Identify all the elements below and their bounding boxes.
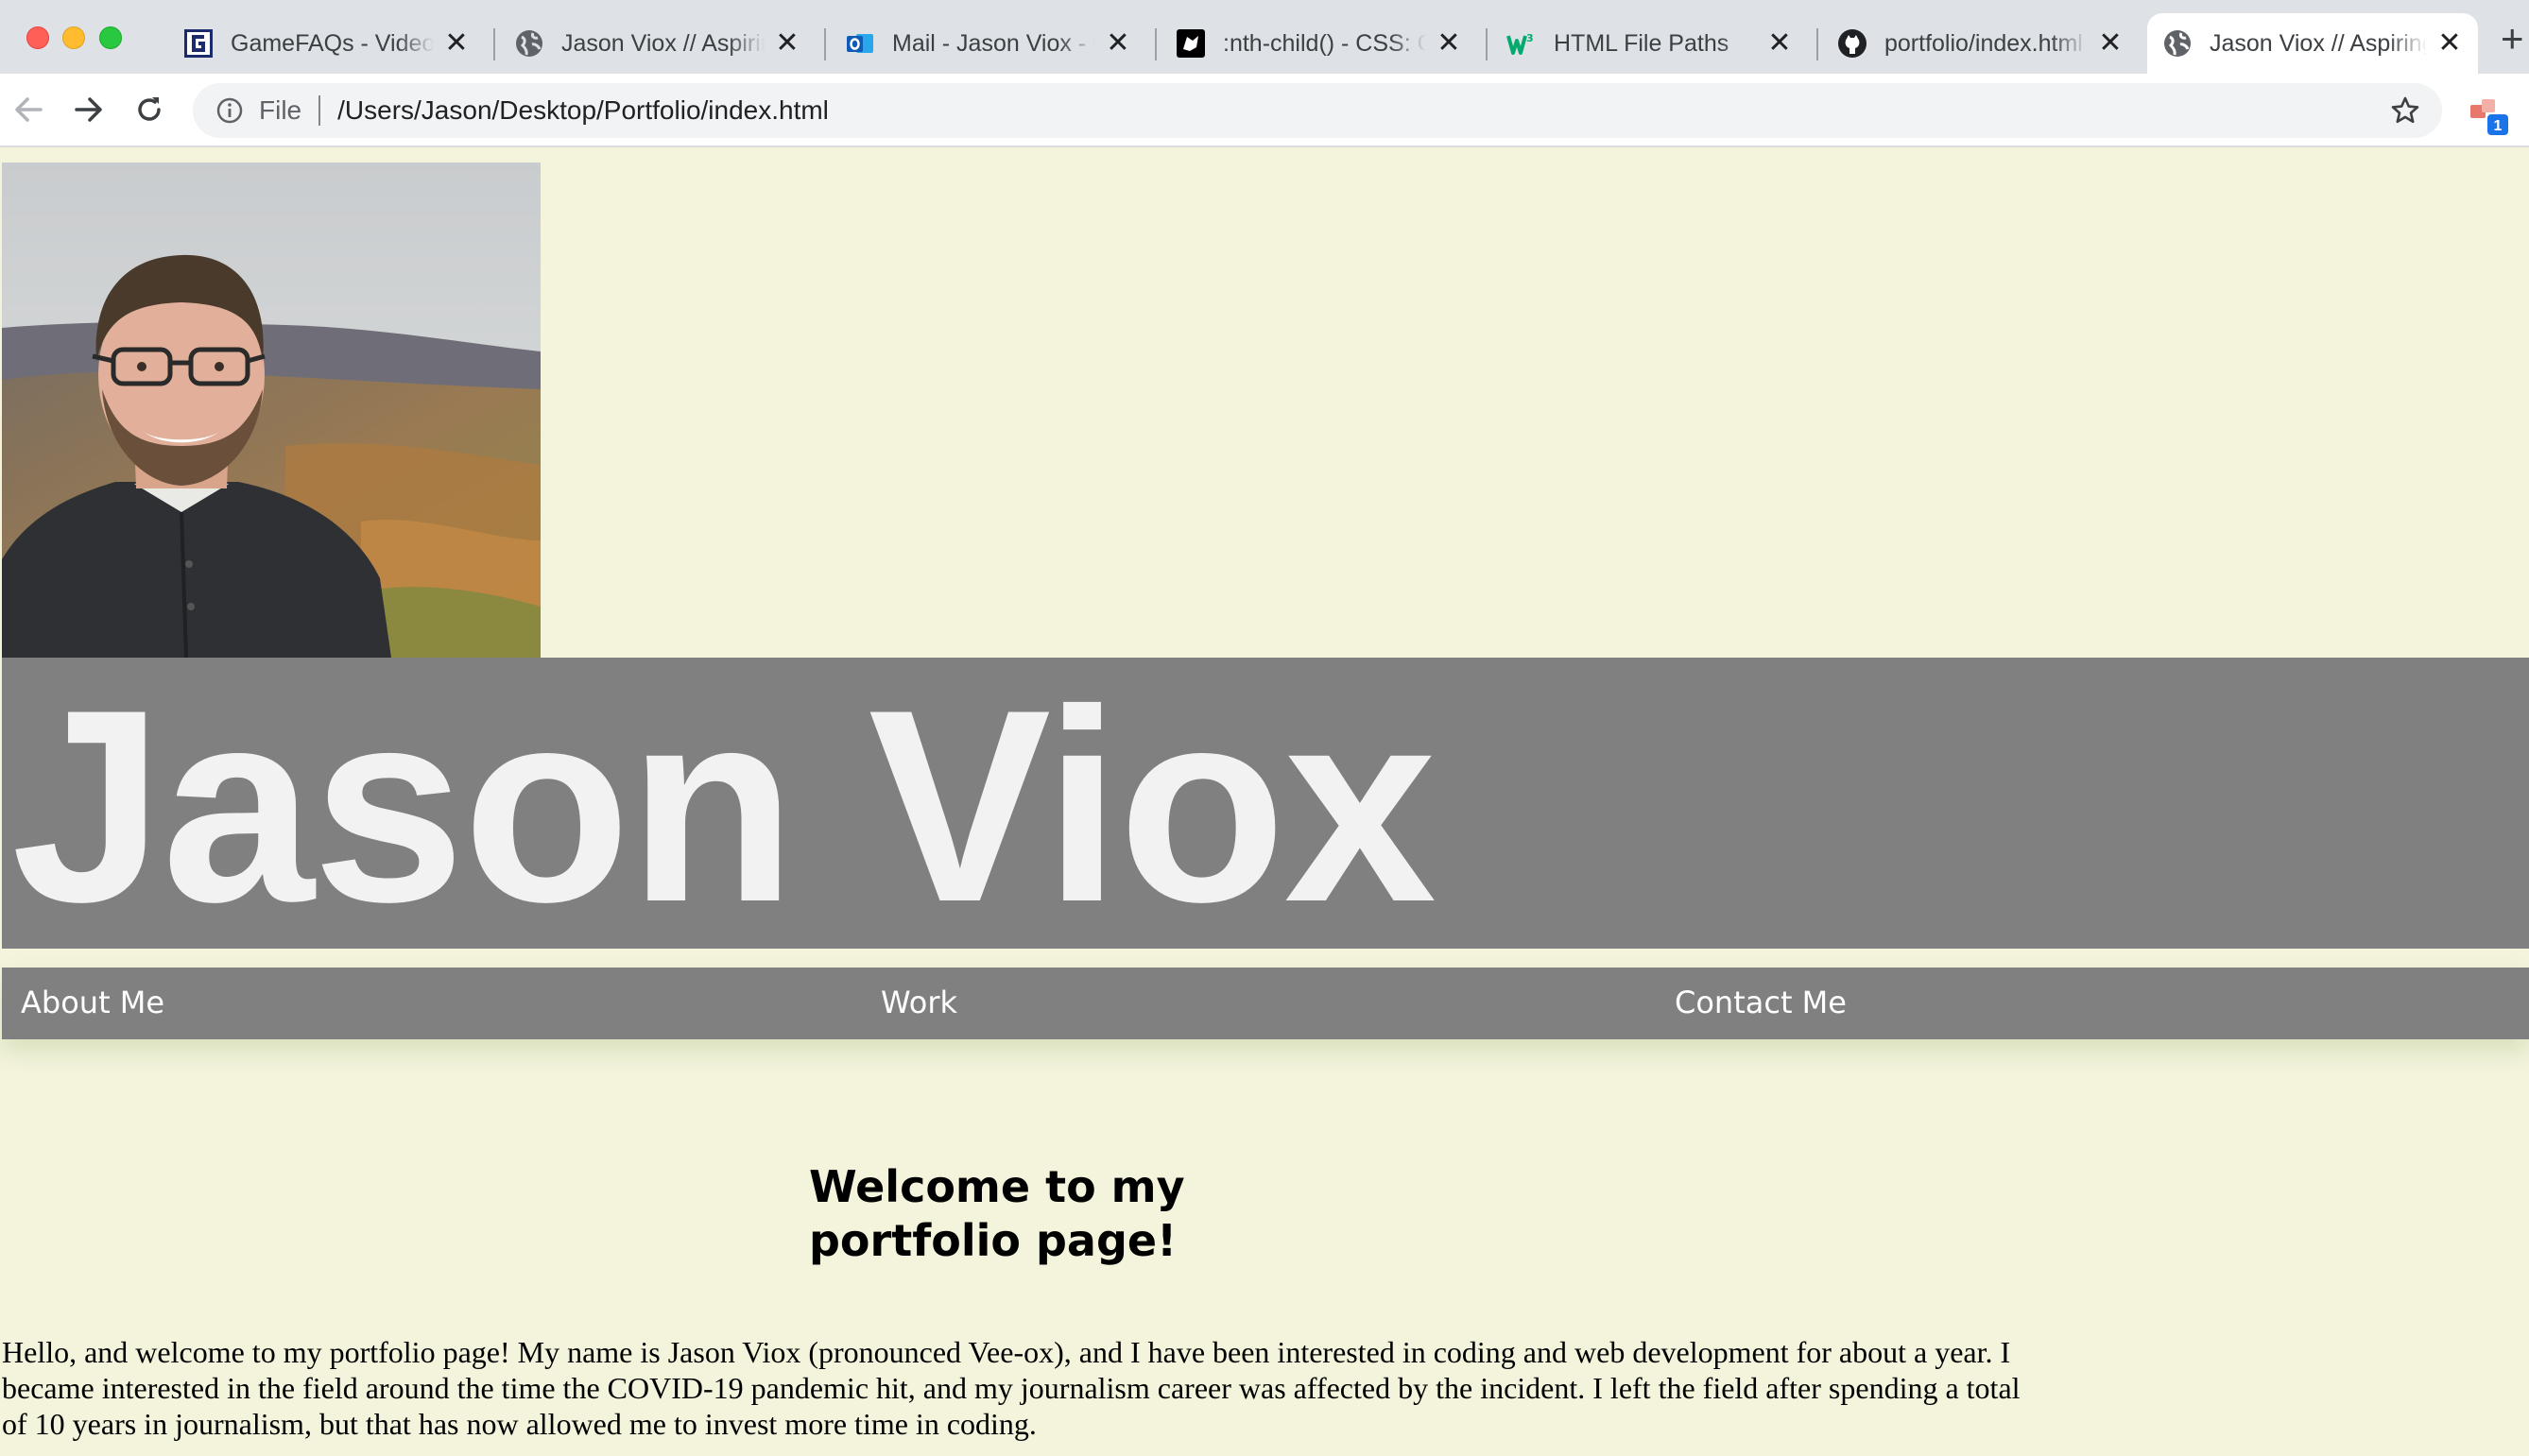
page-title: Jason Viox	[11, 653, 1437, 959]
nav-link-work[interactable]: Work	[881, 985, 957, 1020]
extension-badge-count: 1	[2494, 118, 2503, 134]
forward-button[interactable]	[70, 91, 108, 128]
url-text[interactable]: /Users/Jason/Desktop/Portfolio/index.htm…	[337, 95, 829, 126]
gamefaqs-icon	[183, 28, 214, 59]
tab-separator	[493, 28, 495, 60]
close-window-button[interactable]	[26, 26, 49, 49]
tab-github-portfolio[interactable]: portfolio/index.html at main ✕	[1822, 13, 2139, 74]
tab-close-icon[interactable]: ✕	[2436, 29, 2463, 58]
browser-toolbar: File /Users/Jason/Desktop/Portfolio/inde…	[0, 74, 2529, 147]
url-scheme-label: File	[259, 95, 302, 125]
tab-separator	[1486, 28, 1488, 60]
tab-separator	[1155, 28, 1157, 60]
maximize-window-button[interactable]	[99, 26, 122, 49]
back-arrow-icon	[15, 97, 43, 122]
reload-button[interactable]	[130, 91, 168, 128]
tab-close-icon[interactable]: ✕	[2097, 29, 2124, 58]
tab-close-icon[interactable]: ✕	[774, 29, 800, 58]
forward-arrow-icon	[75, 97, 102, 122]
tab-w3schools-file-paths[interactable]: 3 HTML File Paths ✕	[1491, 13, 1808, 74]
tab-title: Jason Viox // Aspiring Web Developer	[561, 29, 765, 57]
new-tab-button[interactable]: +	[2501, 19, 2524, 59]
tab-portfolio-site[interactable]: Jason Viox // Aspiring Web Developer ✕	[499, 13, 816, 74]
nav-link-contact[interactable]: Contact Me	[1675, 985, 1847, 1020]
intro-paragraph: Hello, and welcome to my portfolio page!…	[2, 1335, 2021, 1441]
tab-title: GameFAQs - Video Game Cheats, Reviews, F…	[231, 29, 434, 57]
tab-separator	[824, 28, 826, 60]
welcome-heading: Welcome to my portfolio page!	[809, 1161, 1185, 1266]
address-bar[interactable]: File /Users/Jason/Desktop/Portfolio/inde…	[193, 83, 2442, 138]
w3schools-icon: 3	[1506, 28, 1537, 59]
globe-icon	[514, 28, 544, 59]
tab-close-icon[interactable]: ✕	[443, 29, 470, 58]
tab-strip: GameFAQs - Video Game Cheats, Reviews, F…	[0, 0, 2529, 74]
tab-gamefaqs[interactable]: GameFAQs - Video Game Cheats, Reviews, F…	[168, 13, 485, 74]
extension-icon[interactable]: 1	[2469, 97, 2512, 137]
tab-title: Jason Viox // Aspiring Web Developer	[2210, 29, 2427, 57]
svg-text:3: 3	[1526, 32, 1534, 44]
tab-portfolio-active[interactable]: Jason Viox // Aspiring Web Developer ✕	[2147, 13, 2478, 74]
address-divider	[318, 95, 321, 126]
tab-outlook-mail[interactable]: Mail - Jason Viox - Outlook ✕	[830, 13, 1146, 74]
tab-separator	[1816, 28, 1818, 60]
profile-photo	[2, 163, 541, 658]
minimize-window-button[interactable]	[62, 26, 85, 49]
back-button[interactable]	[9, 91, 47, 128]
mdn-icon	[1176, 28, 1206, 59]
reload-icon	[138, 97, 161, 121]
tab-title: portfolio/index.html at main	[1884, 29, 2088, 57]
site-nav: About Me Work Contact Me	[2, 968, 2529, 1039]
tab-mdn-nth-child[interactable]: :nth-child() - CSS: Cascading Style Shee…	[1161, 13, 1477, 74]
tab-title: HTML File Paths	[1554, 29, 1729, 57]
tab-close-icon[interactable]: ✕	[1105, 29, 1131, 58]
header-banner: Jason Viox	[2, 658, 2529, 949]
tab-title: :nth-child() - CSS: Cascading Style Shee…	[1223, 29, 1426, 57]
outlook-icon	[845, 28, 875, 59]
globe-icon	[2162, 28, 2193, 59]
bookmark-star-icon[interactable]	[2389, 94, 2421, 127]
tab-close-icon[interactable]: ✕	[1436, 29, 1462, 58]
github-icon	[1837, 28, 1867, 59]
tab-close-icon[interactable]: ✕	[1766, 29, 1793, 58]
tab-title: Mail - Jason Viox - Outlook	[892, 29, 1095, 57]
info-icon[interactable]	[214, 94, 246, 127]
nav-link-about[interactable]: About Me	[21, 985, 164, 1020]
